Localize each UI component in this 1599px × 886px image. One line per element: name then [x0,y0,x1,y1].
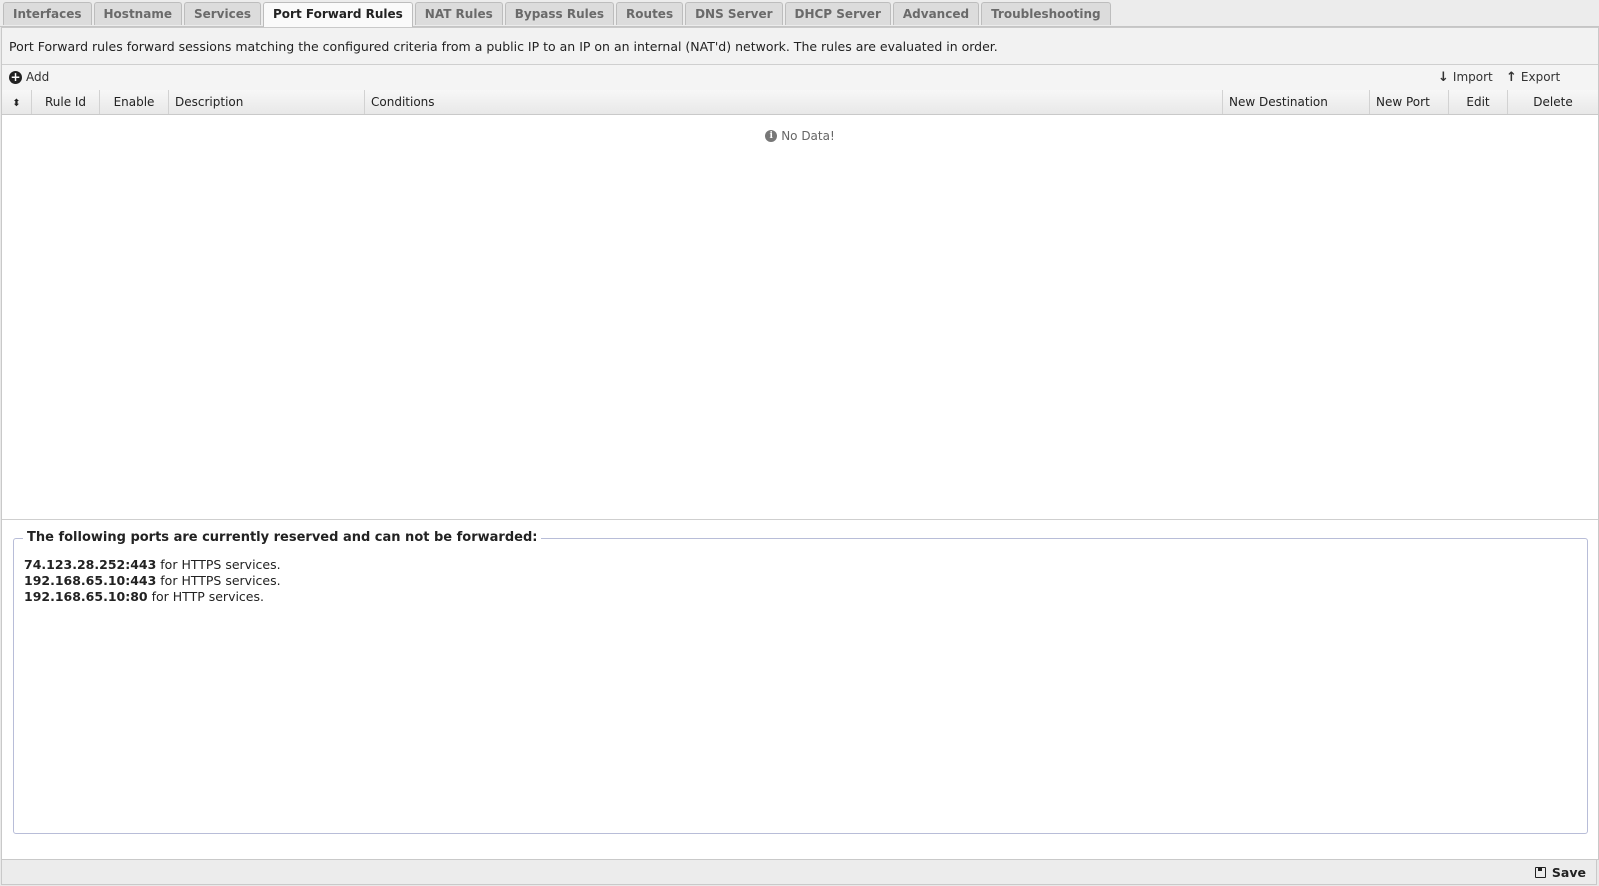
reserved-port-item: 74.123.28.252:443 for HTTPS services. [24,557,281,573]
column-header-description[interactable]: Description [169,90,365,114]
tab-dhcp-server[interactable]: DHCP Server [784,2,891,25]
arrow-up-icon: ↑ [1506,70,1517,85]
grid-toolbar: + Add ↓ Import ↑ Export [2,65,1598,91]
column-header-new-destination[interactable]: New Destination [1223,90,1370,114]
reserved-port-service: for HTTPS services. [156,557,281,572]
save-button[interactable]: Save [1534,860,1586,885]
save-button-label: Save [1551,865,1586,880]
reserved-port-address: 192.168.65.10:443 [24,573,157,588]
tab-dns-server[interactable]: DNS Server [685,2,783,25]
arrow-down-icon: ↓ [1438,70,1449,85]
empty-message-text: No Data! [781,129,835,143]
reserved-ports-list: 74.123.28.252:443 for HTTPS services. 19… [24,557,281,605]
export-button-label: Export [1520,70,1561,84]
panel-description: Port Forward rules forward sessions matc… [2,28,1598,65]
import-button[interactable]: ↓ Import [1438,65,1493,90]
reserved-port-item: 192.168.65.10:80 for HTTP services. [24,589,281,605]
empty-message: i No Data! [2,129,1598,143]
add-circle-icon: + [9,70,22,84]
add-button[interactable]: + Add [9,65,49,90]
column-header-delete[interactable]: Delete [1508,90,1598,114]
import-button-label: Import [1452,70,1493,84]
reserved-port-service: for HTTPS services. [156,573,281,588]
tabs: Interfaces Hostname Services Port Forwar… [3,2,1111,27]
sort-icon: ⬍ [12,98,21,109]
reserved-ports-fieldset: The following ports are currently reserv… [13,530,1588,834]
reserved-port-address: 192.168.65.10:80 [24,589,148,604]
tab-nat-rules[interactable]: NAT Rules [414,2,503,25]
column-header-new-port[interactable]: New Port [1370,90,1449,114]
tab-interfaces[interactable]: Interfaces [3,2,92,25]
tab-routes[interactable]: Routes [616,2,684,25]
tab-hostname[interactable]: Hostname [93,2,182,25]
tab-bypass-rules[interactable]: Bypass Rules [504,2,615,25]
tab-services[interactable]: Services [183,2,261,25]
footer-bar: Save [1,859,1597,885]
reserved-port-item: 192.168.65.10:443 for HTTPS services. [24,573,281,589]
column-header-enable[interactable]: Enable [100,90,169,114]
reserved-port-address: 74.123.28.252:443 [24,557,157,572]
tab-advanced[interactable]: Advanced [892,2,980,25]
tab-port-forward-rules[interactable]: Port Forward Rules [263,2,413,27]
grid-header: ⬍ Rule Id Enable Description Conditions … [2,90,1598,115]
add-button-label: Add [26,70,50,84]
tab-troubleshooting[interactable]: Troubleshooting [981,2,1111,25]
column-header-rule-id[interactable]: Rule Id [32,90,100,114]
tab-bar: Interfaces Hostname Services Port Forwar… [0,0,1599,27]
column-header-edit[interactable]: Edit [1449,90,1508,114]
port-forward-panel: Port Forward rules forward sessions matc… [1,27,1599,860]
reserved-port-service: for HTTP services. [147,589,264,604]
floppy-disk-icon [1534,867,1546,878]
export-button[interactable]: ↑ Export [1506,65,1560,90]
grid-body: i No Data! [2,115,1598,520]
info-icon: i [765,130,778,142]
reserved-ports-legend: The following ports are currently reserv… [23,530,542,545]
column-header-reorder[interactable]: ⬍ [2,90,32,114]
column-header-conditions[interactable]: Conditions [365,90,1223,114]
